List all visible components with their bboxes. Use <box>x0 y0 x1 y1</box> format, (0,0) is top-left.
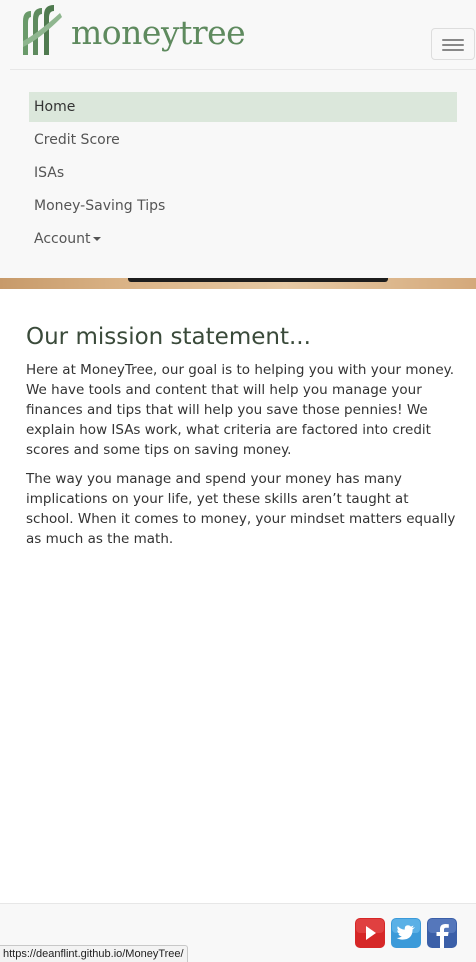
status-bar-url: https://deanflint.github.io/MoneyTree/ <box>0 945 188 962</box>
navbar: moneytree Home Credit Score ISAs Money-S… <box>0 0 476 278</box>
page-title: Our mission statement... <box>26 324 311 350</box>
brand-link[interactable]: moneytree <box>20 5 246 59</box>
hero-image <box>0 278 476 289</box>
navbar-divider <box>10 69 476 70</box>
youtube-icon <box>355 918 385 948</box>
youtube-link[interactable] <box>355 918 385 948</box>
twitter-link[interactable] <box>391 918 421 948</box>
facebook-link[interactable] <box>427 918 457 948</box>
nav-item-home[interactable]: Home <box>29 92 457 122</box>
mission-paragraph-2: The way you manage and spend your money … <box>26 471 456 547</box>
mission-paragraph-1: Here at MoneyTree, our goal is to helpin… <box>26 362 455 458</box>
nav-item-isas[interactable]: ISAs <box>29 158 457 188</box>
brand-name: moneytree <box>71 12 246 52</box>
facebook-icon <box>427 918 457 948</box>
hero-image-device <box>128 278 388 282</box>
nav-item-money-saving-tips[interactable]: Money-Saving Tips <box>29 191 457 221</box>
tree-logo-icon <box>20 5 64 59</box>
nav-item-account[interactable]: Account <box>29 224 457 254</box>
caret-down-icon <box>92 237 101 241</box>
nav-toggle-button[interactable] <box>431 28 475 60</box>
nav-item-credit-score[interactable]: Credit Score <box>29 125 457 155</box>
main-nav: Home Credit Score ISAs Money-Saving Tips… <box>29 92 457 257</box>
twitter-icon <box>391 918 421 948</box>
nav-item-account-label: Account <box>34 231 91 247</box>
main-content: Our mission statement... Here at MoneyTr… <box>26 320 458 558</box>
